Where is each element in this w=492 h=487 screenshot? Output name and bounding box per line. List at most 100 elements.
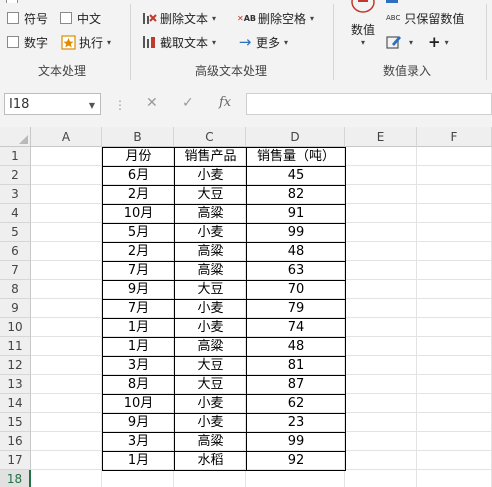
table-cell[interactable]: 82	[246, 185, 346, 205]
table-header-cell[interactable]: 销售产品	[174, 147, 247, 167]
row-header[interactable]: 4	[0, 204, 31, 223]
cancel-icon[interactable]: ✕	[146, 95, 158, 111]
row-header[interactable]: 18	[0, 470, 31, 487]
extract-text-button[interactable]: 截取文本 ▾	[141, 32, 216, 52]
table-cell[interactable]: 高粱	[174, 261, 247, 281]
table-cell[interactable]: 8月	[102, 375, 175, 395]
table-cell[interactable]: 大豆	[174, 375, 247, 395]
table-cell[interactable]: 23	[246, 413, 346, 433]
table-cell[interactable]: 10月	[102, 394, 175, 414]
row-header[interactable]: 2	[0, 166, 31, 185]
table-cell[interactable]: 79	[246, 299, 346, 319]
table-cell[interactable]: 45	[246, 166, 346, 186]
option-symbol[interactable]: 符号	[7, 8, 48, 28]
table-cell[interactable]: 70	[246, 280, 346, 300]
chevron-down-icon[interactable]: ▼	[89, 101, 95, 110]
more-button[interactable]: → 更多 ▾	[237, 32, 288, 52]
formula-input[interactable]	[246, 93, 492, 115]
table-cell[interactable]: 99	[246, 223, 346, 243]
table-cell[interactable]: 62	[246, 394, 346, 414]
table-cell[interactable]: 小麦	[174, 166, 247, 186]
row-header[interactable]: 1	[0, 147, 31, 166]
row-header[interactable]: 11	[0, 337, 31, 356]
row-header[interactable]: 8	[0, 280, 31, 299]
clipped-checkbox[interactable]	[6, 0, 18, 3]
execute-button[interactable]: 执行 ▾	[60, 32, 111, 52]
table-cell[interactable]: 3月	[102, 356, 175, 376]
row-header[interactable]: 16	[0, 432, 31, 451]
select-all-corner[interactable]	[0, 127, 31, 147]
column-header[interactable]: C	[174, 127, 246, 147]
table-cell[interactable]: 高粱	[174, 204, 247, 224]
table-cell[interactable]: 7月	[102, 261, 175, 281]
table-cell[interactable]: 6月	[102, 166, 175, 186]
table-cell[interactable]: 1月	[102, 318, 175, 338]
checkbox-chinese[interactable]	[60, 12, 72, 24]
function-icon[interactable]: fx	[219, 95, 231, 110]
option-number[interactable]: 数字	[7, 32, 48, 52]
table-cell[interactable]: 91	[246, 204, 346, 224]
checkbox-symbol[interactable]	[7, 12, 19, 24]
row-header[interactable]: 10	[0, 318, 31, 337]
edit-button[interactable]: ▾	[386, 32, 413, 52]
table-cell[interactable]: 2月	[102, 185, 175, 205]
table-header-cell[interactable]: 销售量（吨）	[246, 147, 346, 167]
name-box-value: I18	[9, 96, 30, 112]
table-cell[interactable]: 大豆	[174, 185, 247, 205]
table-cell[interactable]: 63	[246, 261, 346, 281]
row-header[interactable]: 5	[0, 223, 31, 242]
extract-text-label: 截取文本	[160, 35, 209, 50]
row-header[interactable]: 13	[0, 375, 31, 394]
row-header[interactable]: 9	[0, 299, 31, 318]
table-cell[interactable]: 99	[246, 432, 346, 452]
table-cell[interactable]: 高粱	[174, 242, 247, 262]
row-header[interactable]: 6	[0, 242, 31, 261]
table-cell[interactable]: 大豆	[174, 356, 247, 376]
row-header[interactable]: 7	[0, 261, 31, 280]
row-header[interactable]: 3	[0, 185, 31, 204]
column-header[interactable]: B	[102, 127, 174, 147]
name-box[interactable]: I18 ▼	[4, 93, 101, 115]
table-cell[interactable]: 1月	[102, 451, 175, 471]
table-cell[interactable]: 2月	[102, 242, 175, 262]
table-header-cell[interactable]: 月份	[102, 147, 175, 167]
table-cell[interactable]: 5月	[102, 223, 175, 243]
column-header[interactable]: E	[345, 127, 417, 147]
table-cell[interactable]: 87	[246, 375, 346, 395]
table-cell[interactable]: 小麦	[174, 318, 247, 338]
table-cell[interactable]: 81	[246, 356, 346, 376]
table-cell[interactable]: 9月	[102, 413, 175, 433]
option-chinese[interactable]: 中文	[60, 8, 101, 28]
table-cell[interactable]: 大豆	[174, 280, 247, 300]
column-header[interactable]: D	[246, 127, 345, 147]
table-cell[interactable]: 10月	[102, 204, 175, 224]
table-cell[interactable]: 水稻	[174, 451, 247, 471]
plus-button[interactable]: + ▾	[428, 32, 449, 52]
table-cell[interactable]: 92	[246, 451, 346, 471]
table-cell[interactable]: 小麦	[174, 413, 247, 433]
column-header[interactable]: F	[417, 127, 492, 147]
table-cell[interactable]: 48	[246, 242, 346, 262]
table-cell[interactable]: 1月	[102, 337, 175, 357]
table-cell[interactable]: 小麦	[174, 299, 247, 319]
table-cell[interactable]: 7月	[102, 299, 175, 319]
table-cell[interactable]: 高粱	[174, 337, 247, 357]
table-cell[interactable]: 74	[246, 318, 346, 338]
row-header[interactable]: 14	[0, 394, 31, 413]
confirm-icon[interactable]: ✓	[182, 95, 194, 111]
table-cell[interactable]: 小麦	[174, 223, 247, 243]
row-header[interactable]: 12	[0, 356, 31, 375]
table-cell[interactable]: 高粱	[174, 432, 247, 452]
delete-text-button[interactable]: 删除文本 ▾	[141, 8, 216, 28]
keep-value-button[interactable]: ABC 只保留数值	[386, 8, 464, 28]
checkbox-number[interactable]	[7, 36, 19, 48]
table-cell[interactable]: 小麦	[174, 394, 247, 414]
value-button[interactable]: 数值 ▾	[346, 0, 380, 47]
table-cell[interactable]: 3月	[102, 432, 175, 452]
table-cell[interactable]: 48	[246, 337, 346, 357]
column-header[interactable]: A	[31, 127, 102, 147]
row-header[interactable]: 15	[0, 413, 31, 432]
row-header[interactable]: 17	[0, 451, 31, 470]
delete-space-button[interactable]: ✕AB 删除空格 ▾	[237, 8, 314, 28]
table-cell[interactable]: 9月	[102, 280, 175, 300]
